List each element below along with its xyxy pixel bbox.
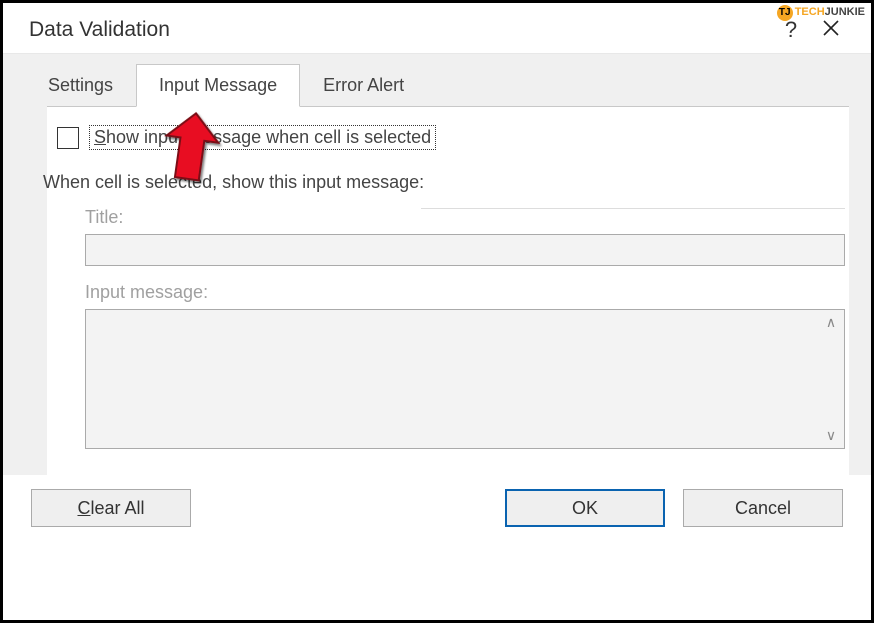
close-button[interactable] [811,19,851,42]
tab-input-message[interactable]: Input Message [136,64,300,107]
separator-line [421,208,845,209]
title-input[interactable] [85,234,845,266]
ok-button[interactable]: OK [505,489,665,527]
watermark-logo-icon: TJ [777,5,793,21]
watermark-brand: TJTECHJUNKIE [777,5,865,21]
show-message-checkbox-label[interactable]: Show input message when cell is selected [89,125,436,150]
message-field-group: Input message: ∧ ∨ [85,282,831,449]
dialog-button-bar: Clear All OK Cancel [3,475,871,551]
title-label: Title: [85,207,831,228]
tab-error-alert[interactable]: Error Alert [300,64,427,106]
show-message-checkbox-row: Show input message when cell is selected [57,125,831,150]
data-validation-dialog: Data Validation ? Settings Input Message… [3,3,871,620]
tab-strip: Settings Input Message Error Alert Show … [3,53,871,475]
dialog-titlebar: Data Validation ? [3,3,871,53]
tab-content: Show input message when cell is selected… [47,106,849,475]
textarea-scrollbar[interactable]: ∧ ∨ [818,310,844,448]
message-textarea[interactable]: ∧ ∨ [85,309,845,449]
watermark-text-b: JUNKIE [825,6,865,18]
tab-settings[interactable]: Settings [25,64,136,106]
watermark-text-a: TECH [795,6,825,18]
message-textarea-content [86,310,818,448]
scroll-up-icon[interactable]: ∧ [818,314,844,331]
cancel-button[interactable]: Cancel [683,489,843,527]
message-label: Input message: [85,282,831,303]
title-field-group: Title: [85,207,831,266]
section-heading: When cell is selected, show this input m… [43,172,831,193]
clear-all-button[interactable]: Clear All [31,489,191,527]
scroll-down-icon[interactable]: ∨ [818,427,844,444]
close-icon [822,19,840,37]
dialog-title: Data Validation [29,18,771,42]
show-message-checkbox[interactable] [57,127,79,149]
